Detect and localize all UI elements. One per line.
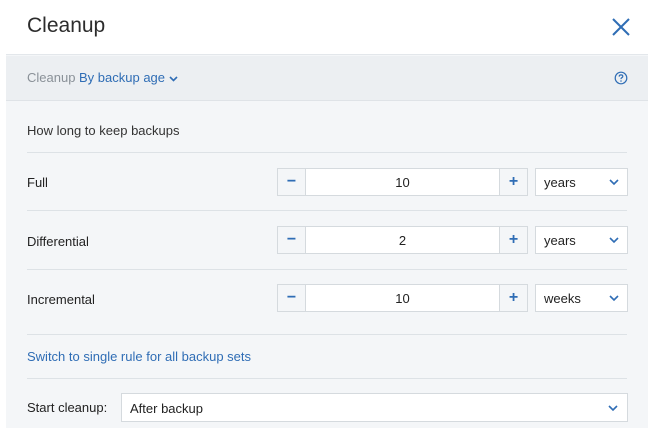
close-button[interactable] [608, 14, 634, 40]
chevron-down-icon [608, 405, 618, 412]
cleanup-mode-label: Cleanup [27, 70, 76, 85]
chevron-down-icon [609, 179, 619, 186]
incremental-increment-button[interactable]: + [499, 285, 527, 311]
incremental-decrement-button[interactable]: − [278, 285, 306, 311]
dialog-title: Cleanup [27, 14, 106, 37]
start-cleanup-value: After backup [130, 401, 203, 416]
divider [27, 378, 627, 379]
chevron-down-icon [609, 295, 619, 302]
chevron-down-icon [609, 237, 619, 244]
divider [27, 269, 627, 270]
differential-stepper: − + [277, 226, 528, 254]
differential-increment-button[interactable]: + [499, 227, 527, 253]
divider [27, 210, 627, 211]
cleanup-dialog: Cleanup Cleanup By backup age How long t… [6, 0, 648, 428]
differential-unit-value: years [544, 233, 576, 248]
full-unit-value: years [544, 175, 576, 190]
incremental-label: Incremental [27, 292, 95, 307]
incremental-value-input[interactable] [306, 285, 499, 311]
full-increment-button[interactable]: + [499, 169, 527, 195]
full-label: Full [27, 175, 48, 190]
section-title: How long to keep backups [27, 123, 180, 138]
incremental-unit-select[interactable]: weeks [535, 284, 628, 312]
start-cleanup-select[interactable]: After backup [121, 393, 628, 422]
help-button[interactable] [614, 71, 628, 85]
divider [27, 152, 627, 153]
cleanup-mode-value: By backup age [79, 70, 166, 85]
full-unit-select[interactable]: years [535, 168, 628, 196]
cleanup-mode-select[interactable]: By backup age [79, 70, 178, 85]
close-icon [612, 18, 630, 36]
full-decrement-button[interactable]: − [278, 169, 306, 195]
divider [27, 334, 627, 335]
incremental-stepper: − + [277, 284, 528, 312]
dialog-header: Cleanup [6, 0, 648, 55]
differential-label: Differential [27, 234, 89, 249]
differential-value-input[interactable] [306, 227, 499, 253]
full-stepper: − + [277, 168, 528, 196]
differential-decrement-button[interactable]: − [278, 227, 306, 253]
switch-single-rule-link[interactable]: Switch to single rule for all backup set… [27, 349, 251, 364]
cleanup-mode-bar: Cleanup By backup age [6, 56, 648, 101]
chevron-down-icon [169, 75, 178, 82]
help-icon [614, 71, 628, 85]
start-cleanup-label: Start cleanup: [27, 400, 108, 415]
incremental-unit-value: weeks [544, 291, 581, 306]
differential-unit-select[interactable]: years [535, 226, 628, 254]
full-value-input[interactable] [306, 169, 499, 195]
